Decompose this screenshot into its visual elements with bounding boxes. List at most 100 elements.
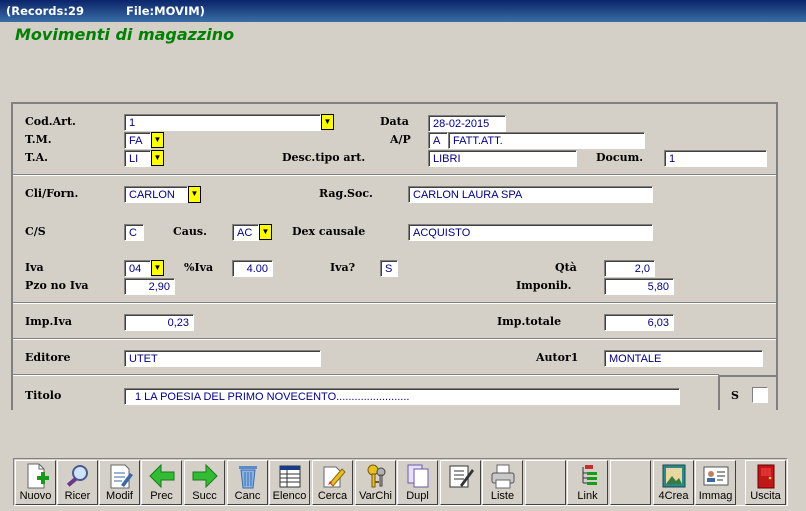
varchi-button[interactable]: VarChi [355,460,396,505]
ta-dropdown[interactable]: ▼ [151,150,164,166]
editore-field[interactable]: UTET [124,350,321,367]
trash-icon [238,466,257,489]
modif-button[interactable]: Modif [99,460,140,505]
perc-iva-field[interactable]: 4.00 [232,260,273,277]
chevron-down-icon: ▼ [261,227,270,236]
search-clear-icon [323,466,346,488]
imp-totale-field[interactable]: 6,03 [604,314,674,331]
magnifier-icon [66,465,88,487]
records-count: (Records:29 [6,4,84,18]
imp-totale-label: Imp.totale [497,315,562,328]
iva-dropdown[interactable]: ▼ [151,260,164,276]
prec-button[interactable]: Prec [141,460,182,505]
picture-frame-icon [662,464,685,488]
imponib-field[interactable]: 5,80 [604,278,674,295]
link-button[interactable]: Link [567,460,608,505]
autore-field[interactable]: MONTALE [604,350,763,367]
s-checkbox-label: S [731,389,739,402]
divider [13,302,776,304]
cod-art-label: Cod.Art. [25,115,76,128]
pzo-no-iva-field[interactable]: 2,90 [124,278,175,295]
chevron-down-icon: ▼ [153,135,162,144]
cli-forn-field[interactable]: CARLON [124,186,188,203]
cli-forn-label: Cli/Forn. [25,187,79,200]
tm-dropdown[interactable]: ▼ [151,132,164,148]
iva-question-label: Iva? [330,261,356,274]
docum-field[interactable]: 1 [664,150,767,167]
dex-causale-field[interactable]: ACQUISTO [408,224,653,241]
arrow-right-icon [192,463,218,489]
tm-label: T.M. [25,133,52,146]
divider [13,174,776,176]
chevron-down-icon: ▼ [190,189,199,198]
checklist-button[interactable] [440,460,481,505]
chevron-down-icon: ▼ [153,153,162,162]
editore-label: Editore [25,351,71,364]
iva-label: Iva [25,261,44,274]
uscita-button[interactable]: Uscita [745,460,786,505]
blank-button[interactable] [525,460,566,505]
iva-question-field[interactable]: S [380,260,398,277]
liste-button[interactable]: Liste [482,460,523,505]
duplicate-icon [407,464,428,488]
dupl-button[interactable]: Dupl [397,460,438,505]
data-label: Data [380,115,409,128]
desc-tipo-label: Desc.tipo art. [282,151,366,164]
canc-button[interactable]: Canc [227,460,268,505]
imponib-label: Imponib. [516,279,572,292]
ap-code-field[interactable]: A [428,132,448,149]
titolo-field[interactable]: 1 LA POESIA DEL PRIMO NOVECENTO.........… [124,388,680,405]
file-name: File:MOVIM) [126,4,205,18]
link-tree-icon [582,465,597,485]
divider [13,374,719,376]
divider [13,338,776,340]
data-field[interactable]: 28-02-2015 [428,115,506,132]
qta-label: Qtà [555,261,577,274]
perc-iva-label: %Iva [184,261,214,274]
ta-field[interactable]: LI [124,150,151,167]
cs-field[interactable]: C [124,224,144,241]
ap-desc-field[interactable]: FATT.ATT. [448,132,645,149]
imp-iva-label: Imp.Iva [25,315,72,328]
cod-art-field[interactable]: 1 [124,114,321,131]
pzo-no-iva-label: Pzo no Iva [25,279,89,292]
cli-forn-dropdown[interactable]: ▼ [188,186,201,203]
succ-button[interactable]: Succ [184,460,225,505]
page-title: Movimenti di magazzino [15,25,235,44]
new-document-icon [27,463,49,489]
arrow-left-icon [148,463,174,489]
edit-document-icon [110,464,133,489]
exit-door-icon [757,464,774,489]
keys-icon [367,464,385,488]
rag-soc-label: Rag.Soc. [319,187,373,200]
ap-label: A/P [390,133,411,146]
tm-field[interactable]: FA [124,132,151,149]
dex-causale-label: Dex causale [292,225,366,238]
titolo-label: Titolo [25,389,62,402]
checklist-pen-icon [449,465,474,488]
qta-field[interactable]: 2,0 [604,260,655,277]
rag-soc-field[interactable]: CARLON LAURA SPA [408,186,653,203]
chevron-down-icon: ▼ [323,117,332,126]
cod-art-dropdown[interactable]: ▼ [321,114,334,130]
s-checkbox[interactable] [752,387,768,403]
printer-icon [491,464,514,489]
ricer-button[interactable]: Ricer [57,460,98,505]
desc-tipo-field[interactable]: LIBRI [428,150,577,167]
chevron-down-icon: ▼ [153,263,162,272]
id-card-icon [703,466,728,486]
table-icon [279,465,300,488]
immag-button[interactable]: Immag [695,460,736,505]
cerca-button[interactable]: Cerca [312,460,353,505]
caus-field[interactable]: AC [232,224,259,241]
caus-dropdown[interactable]: ▼ [259,224,272,240]
nuovo-button[interactable]: Nuovo [15,460,56,505]
iva-field[interactable]: 04 [124,260,151,277]
imp-iva-field[interactable]: 0,23 [124,314,194,331]
title-bar: (Records:29 File:MOVIM) [0,0,806,22]
blank-button[interactable] [610,460,651,505]
elenco-button[interactable]: Elenco [269,460,310,505]
4crea-button[interactable]: 4Crea [653,460,694,505]
caus-label: Caus. [173,225,207,238]
autore-label: Autor1 [536,351,579,364]
